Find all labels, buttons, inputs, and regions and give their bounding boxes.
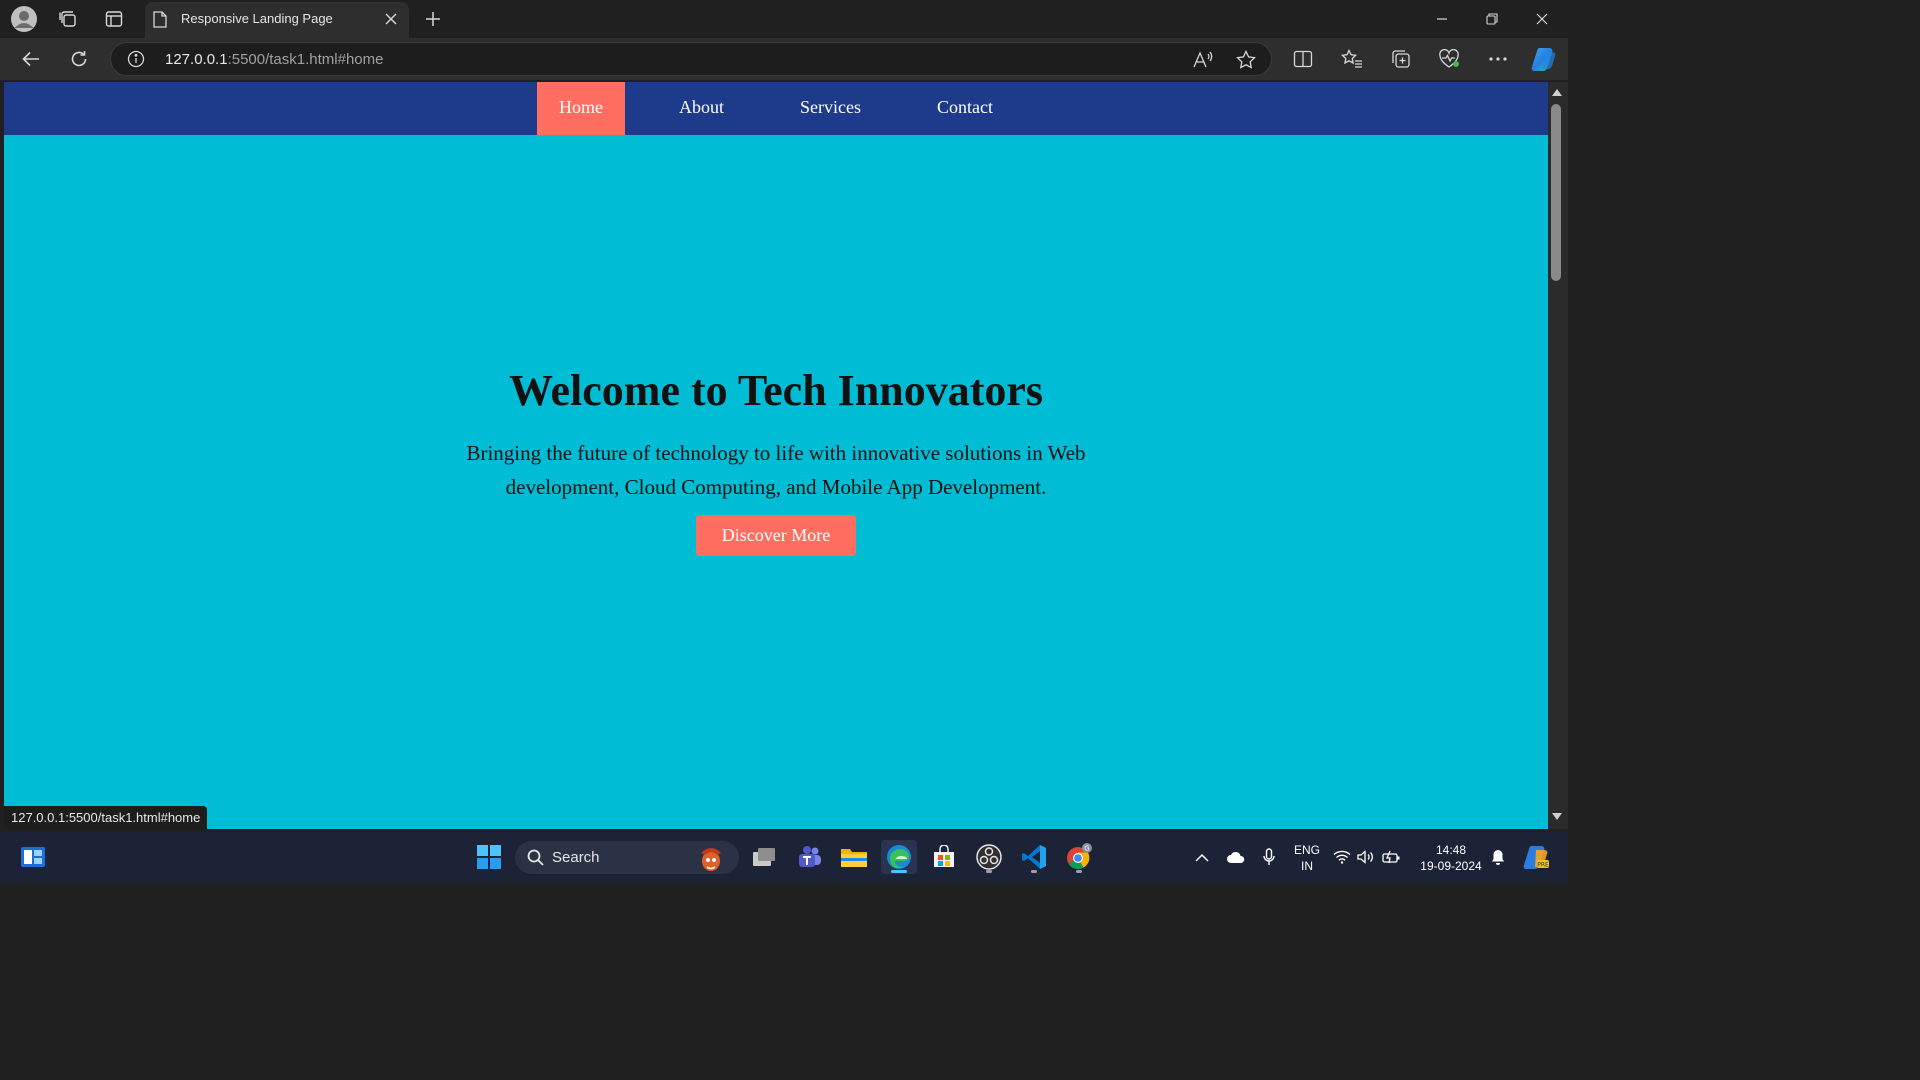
address-url: 127.0.0.1:5500/task1.html#home bbox=[165, 51, 384, 68]
microsoft-store-icon[interactable] bbox=[926, 840, 962, 874]
discover-more-button[interactable]: Discover More bbox=[696, 515, 856, 556]
browser-essentials-icon[interactable] bbox=[1434, 45, 1464, 73]
favorites-icon[interactable] bbox=[1337, 45, 1367, 73]
edge-icon[interactable] bbox=[881, 840, 917, 874]
running-indicator bbox=[1076, 870, 1082, 873]
url-host: 127.0.0.1 bbox=[165, 51, 228, 68]
running-indicator bbox=[986, 870, 992, 873]
svg-text:PRE: PRE bbox=[1537, 862, 1549, 869]
windows-start-icon[interactable] bbox=[471, 840, 507, 874]
taskbar-search[interactable]: Search bbox=[515, 841, 739, 874]
obs-studio-icon[interactable] bbox=[971, 840, 1007, 874]
onedrive-cloud-icon[interactable] bbox=[1219, 840, 1253, 874]
clock[interactable]: 14:48 19-09-2024 bbox=[1412, 842, 1490, 874]
read-aloud-icon[interactable] bbox=[1191, 48, 1215, 72]
url-path: :5500/task1.html#home bbox=[227, 51, 384, 68]
search-highlight-icon bbox=[695, 843, 727, 878]
refresh-icon[interactable] bbox=[64, 45, 94, 73]
search-placeholder: Search bbox=[552, 849, 600, 866]
notification-bell-icon[interactable] bbox=[1483, 840, 1513, 874]
taskbar: Search G ENG IN 14:48 19-09-2024 PRE bbox=[0, 832, 1568, 882]
battery-icon bbox=[1382, 850, 1400, 864]
minimize-icon[interactable] bbox=[1417, 0, 1467, 38]
region-code: IN bbox=[1301, 859, 1313, 873]
volume-icon bbox=[1357, 850, 1373, 864]
scroll-down-icon[interactable] bbox=[1551, 812, 1563, 821]
chrome-icon[interactable]: G bbox=[1061, 840, 1097, 874]
clock-time: 14:48 bbox=[1435, 843, 1467, 857]
profile-avatar-icon[interactable] bbox=[11, 6, 37, 32]
nav-home[interactable]: Home bbox=[537, 82, 625, 135]
language-code: ENG bbox=[1293, 843, 1320, 857]
address-bar[interactable]: 127.0.0.1:5500/task1.html#home bbox=[110, 42, 1272, 76]
widgets-icon[interactable] bbox=[15, 840, 51, 874]
favorite-star-icon[interactable] bbox=[1234, 48, 1258, 72]
tab-bar: Responsive Landing Page bbox=[0, 0, 1568, 38]
active-app-indicator bbox=[891, 870, 907, 873]
close-window-icon[interactable] bbox=[1517, 0, 1567, 38]
vscode-icon[interactable] bbox=[1016, 840, 1052, 874]
show-hidden-icons-chevron-icon[interactable] bbox=[1185, 840, 1219, 874]
nav-contact[interactable]: Contact bbox=[916, 82, 1014, 135]
copilot-icon[interactable] bbox=[1529, 45, 1559, 73]
scrollbar-thumb[interactable] bbox=[1551, 104, 1561, 281]
running-indicator bbox=[1031, 870, 1037, 873]
site-info-icon[interactable] bbox=[127, 50, 145, 73]
tab-actions-icon[interactable] bbox=[101, 6, 127, 32]
hero-text: Bringing the future of technology to lif… bbox=[466, 441, 1086, 499]
search-icon bbox=[527, 849, 544, 871]
workspaces-icon[interactable] bbox=[55, 6, 81, 32]
browser-toolbar: 127.0.0.1:5500/task1.html#home bbox=[0, 38, 1568, 80]
more-menu-icon[interactable] bbox=[1483, 45, 1513, 73]
clock-date: 19-09-2024 bbox=[1420, 859, 1482, 873]
site-navbar: Home About Services Contact bbox=[4, 82, 1548, 135]
split-screen-icon[interactable] bbox=[1288, 45, 1318, 73]
file-explorer-icon[interactable] bbox=[836, 840, 872, 874]
page-viewport: Home About Services Contact Welcome to T… bbox=[4, 82, 1548, 829]
scroll-up-icon[interactable] bbox=[1551, 88, 1563, 97]
hero-title: Welcome to Tech Innovators bbox=[508, 366, 1044, 415]
tab-title: Responsive Landing Page bbox=[181, 11, 333, 26]
collections-icon[interactable] bbox=[1386, 45, 1416, 73]
nav-services[interactable]: Services bbox=[779, 82, 882, 135]
close-tab-icon[interactable] bbox=[381, 9, 401, 29]
copilot-taskbar-icon[interactable]: PRE bbox=[1518, 840, 1554, 874]
link-status-tooltip: 127.0.0.1:5500/task1.html#home bbox=[4, 806, 208, 829]
wifi-icon bbox=[1333, 850, 1351, 864]
nav-about[interactable]: About bbox=[659, 82, 744, 135]
teams-icon[interactable] bbox=[791, 840, 827, 874]
back-icon[interactable] bbox=[16, 45, 46, 73]
language-indicator[interactable]: ENG IN bbox=[1289, 842, 1325, 874]
svg-text:G: G bbox=[1084, 845, 1089, 853]
microphone-icon[interactable] bbox=[1252, 840, 1286, 874]
task-view-icon[interactable] bbox=[746, 840, 782, 874]
restore-icon[interactable] bbox=[1467, 0, 1517, 38]
tab-active[interactable]: Responsive Landing Page bbox=[145, 2, 409, 38]
quick-settings[interactable] bbox=[1331, 840, 1403, 874]
new-tab-icon[interactable] bbox=[420, 6, 446, 32]
page-icon bbox=[153, 11, 167, 33]
